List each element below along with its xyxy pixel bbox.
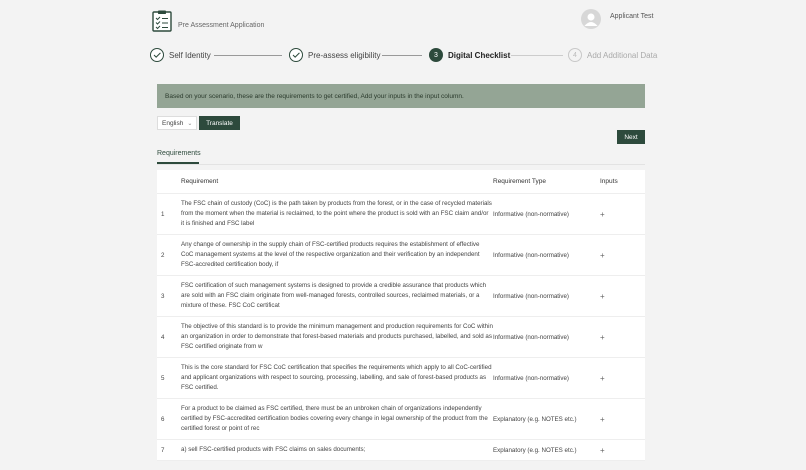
row-requirement: The FSC chain of custody (CoC) is the pa…	[181, 200, 492, 227]
header-inputs: Inputs	[600, 178, 618, 185]
add-input-icon[interactable]: +	[597, 374, 645, 383]
clipboard-checklist-icon	[152, 10, 172, 32]
add-input-icon[interactable]: +	[597, 415, 645, 424]
step-digital-checklist[interactable]: 3 Digital Checklist	[429, 47, 510, 63]
next-button[interactable]: Next	[617, 130, 645, 144]
avatar[interactable]	[581, 9, 601, 29]
row-type: Informative (non-normative)	[493, 374, 569, 382]
row-type: Informative (non-normative)	[493, 210, 569, 218]
step-connector	[214, 55, 282, 56]
step-label: Add Additional Data	[587, 50, 658, 60]
app-title: Pre Assessment Application	[178, 22, 265, 29]
table-header: Requirement Requirement Type Inputs	[157, 170, 645, 194]
row-number: 5	[161, 374, 165, 382]
table-row: 5 This is the core standard for FSC CoC …	[157, 358, 645, 399]
add-input-icon[interactable]: +	[597, 251, 645, 260]
table-row: 6 For a product to be claimed as FSC cer…	[157, 399, 645, 440]
header-requirement: Requirement	[181, 177, 219, 185]
chevron-down-icon: ⌄	[187, 120, 193, 127]
step-connector	[382, 55, 422, 56]
language-value: English	[162, 119, 184, 127]
step-label: Digital Checklist	[448, 50, 511, 60]
step-label: Pre-assess eligibility	[308, 50, 381, 60]
checkmark-icon	[289, 48, 303, 62]
step-number: 3	[429, 48, 443, 62]
row-type: Informative (non-normative)	[493, 333, 569, 341]
info-banner: Based on your scenario, these are the re…	[157, 84, 645, 108]
page: Pre Assessment Application Applicant Tes…	[0, 0, 806, 470]
row-number: 1	[161, 210, 165, 218]
row-type: Informative (non-normative)	[493, 292, 569, 300]
row-requirement: FSC certification of such management sys…	[181, 282, 487, 309]
step-self-identity[interactable]: Self Identity	[150, 47, 211, 63]
table-row: 3 FSC certification of such management s…	[157, 276, 645, 317]
row-requirement: Any change of ownership in the supply ch…	[181, 241, 480, 268]
row-type: Explanatory (e.g. NOTES etc.)	[493, 446, 577, 454]
header-requirement-type: Requirement Type	[493, 178, 546, 185]
checkmark-icon	[150, 48, 164, 62]
add-input-icon[interactable]: +	[597, 210, 645, 219]
step-label: Self Identity	[169, 50, 211, 60]
table-row: 4 The objective of this standard is to p…	[157, 317, 645, 358]
table-row: 1 The FSC chain of custody (CoC) is the …	[157, 194, 645, 235]
user-icon	[584, 13, 598, 26]
row-requirement: For a product to be claimed as FSC certi…	[181, 405, 488, 432]
requirements-table: Requirement Requirement Type Inputs 1 Th…	[157, 170, 645, 461]
row-requirement: a) sell FSC-certified products with FSC …	[181, 446, 366, 453]
tab-requirements[interactable]: Requirements	[157, 150, 201, 157]
add-input-icon[interactable]: +	[597, 333, 645, 342]
row-number: 3	[161, 292, 165, 300]
row-requirement: This is the core standard for FSC CoC ce…	[181, 364, 492, 391]
tab-divider	[157, 164, 645, 165]
table-row: 2 Any change of ownership in the supply …	[157, 235, 645, 276]
row-type: Informative (non-normative)	[493, 251, 569, 259]
user-name[interactable]: Applicant Test	[610, 13, 653, 20]
row-number: 2	[161, 251, 165, 259]
step-add-additional-data[interactable]: 4 Add Additional Data	[568, 47, 657, 63]
row-number: 6	[161, 415, 165, 423]
row-number: 4	[161, 333, 165, 341]
row-number: 7	[161, 446, 165, 454]
row-requirement: The objective of this standard is to pro…	[181, 323, 493, 350]
step-connector	[511, 55, 563, 56]
row-type: Explanatory (e.g. NOTES etc.)	[493, 415, 577, 423]
add-input-icon[interactable]: +	[597, 292, 645, 301]
step-pre-assess-eligibility[interactable]: Pre-assess eligibility	[289, 47, 380, 63]
table-row: 7 a) sell FSC-certified products with FS…	[157, 440, 645, 461]
add-input-icon[interactable]: +	[597, 446, 645, 455]
step-number: 4	[568, 48, 582, 62]
translate-button[interactable]: Translate	[199, 116, 240, 130]
language-select[interactable]: English ⌄	[157, 116, 197, 130]
